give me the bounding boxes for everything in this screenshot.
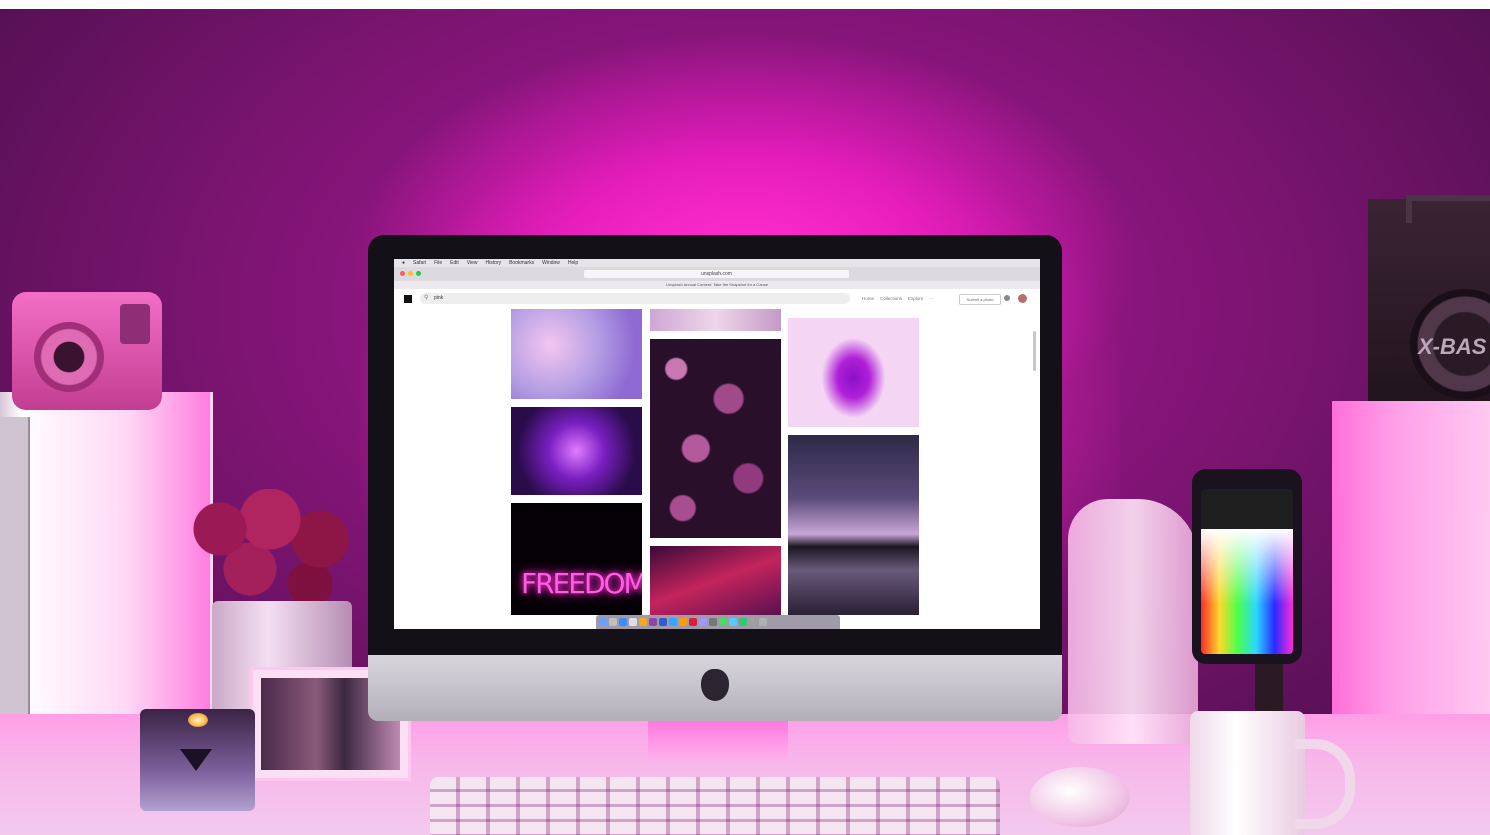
photo-purple-ink-cloud[interactable] xyxy=(788,318,919,427)
menu-item-bookmarks[interactable]: Bookmarks xyxy=(509,260,534,266)
search-icon: ⚲ xyxy=(424,295,429,301)
camera-lens xyxy=(34,322,104,392)
page-scrollbar[interactable] xyxy=(1033,331,1036,371)
nav-collections[interactable]: Collections xyxy=(880,294,902,304)
photos-icon[interactable] xyxy=(639,618,647,626)
mouse xyxy=(1030,767,1130,827)
unsplash-logo-icon[interactable] xyxy=(404,295,412,303)
photo-fittonia-leaves[interactable] xyxy=(650,339,781,538)
instant-camera xyxy=(12,292,162,410)
macos-dock xyxy=(596,615,840,629)
search-value: pink xyxy=(434,295,444,301)
settings-icon[interactable] xyxy=(709,618,717,626)
photoshop-icon[interactable] xyxy=(669,618,677,626)
thumbs-up-statue xyxy=(1068,499,1198,744)
close-button[interactable] xyxy=(400,271,405,276)
photo-scene: X-BAS ● Safari File Edit View History Bo… xyxy=(0,9,1490,835)
finder-icon[interactable] xyxy=(599,618,607,626)
boombox-handle xyxy=(1406,195,1490,223)
photo-purple-lights[interactable] xyxy=(511,407,642,495)
indesign-icon[interactable] xyxy=(689,618,697,626)
camera-flash xyxy=(120,304,150,344)
bell-icon[interactable] xyxy=(1004,295,1010,301)
candle-label-triangle xyxy=(180,749,212,771)
apple-logo-icon xyxy=(701,669,729,701)
photo-pink-smoke[interactable] xyxy=(511,309,642,399)
avatar[interactable] xyxy=(1018,294,1027,303)
coffee-mug xyxy=(1190,711,1355,835)
window-controls xyxy=(400,271,421,276)
address-bar[interactable]: unsplash.com xyxy=(584,270,849,278)
nav-explore[interactable]: Explore xyxy=(908,294,923,304)
imac-screen: ● Safari File Edit View History Bookmark… xyxy=(394,259,1040,629)
phone-app-header xyxy=(1201,489,1293,529)
search-input[interactable]: ⚲ pink xyxy=(420,293,850,304)
app-store-icon[interactable] xyxy=(659,618,667,626)
freedom-neon-text: FREEDOM xyxy=(521,567,642,600)
imac-stand xyxy=(648,721,788,761)
spotify-icon[interactable] xyxy=(739,618,747,626)
menu-item-edit[interactable]: Edit xyxy=(450,260,459,266)
boombox-brand: X-BAS xyxy=(1418,334,1487,359)
illustrator-icon[interactable] xyxy=(679,618,687,626)
smartphone xyxy=(1192,469,1302,664)
candle-flame xyxy=(188,713,208,727)
messages-icon[interactable] xyxy=(719,618,727,626)
minimize-button[interactable] xyxy=(408,271,413,276)
menu-item-help[interactable]: Help xyxy=(568,260,578,266)
apple-menu-icon[interactable]: ● xyxy=(402,260,405,266)
submit-photo-button[interactable]: Submit a photo xyxy=(959,294,1001,305)
downloads-icon[interactable] xyxy=(749,618,757,626)
menu-item-file[interactable]: File xyxy=(434,260,442,266)
itunes-icon[interactable] xyxy=(649,618,657,626)
rose-bouquet xyxy=(180,489,370,609)
candle xyxy=(140,709,255,811)
nav-home[interactable]: Home xyxy=(862,294,874,304)
site-nav: Home Collections Explore ··· xyxy=(862,294,934,304)
zoom-button[interactable] xyxy=(416,271,421,276)
premiere-icon[interactable] xyxy=(699,618,707,626)
color-picker xyxy=(1201,529,1293,654)
menu-item-safari[interactable]: Safari xyxy=(413,260,426,266)
browser-toolbar: unsplash.com xyxy=(394,267,1040,282)
announcement-banner[interactable]: Unsplash Annual Contest: Take the Snapsh… xyxy=(394,281,1040,289)
photo-milky-way-lake[interactable] xyxy=(788,435,919,615)
site-header: ⚲ pink Home Collections Explore ··· Subm… xyxy=(394,289,1040,309)
photo-purple-clouds[interactable] xyxy=(650,309,781,331)
macos-menubar: ● Safari File Edit View History Bookmark… xyxy=(394,259,1040,267)
phone-screen xyxy=(1201,489,1293,654)
menu-item-history[interactable]: History xyxy=(486,260,502,266)
menu-item-window[interactable]: Window xyxy=(542,260,560,266)
launchpad-icon[interactable] xyxy=(609,618,617,626)
keyboard xyxy=(430,777,1000,835)
menu-item-view[interactable]: View xyxy=(467,260,478,266)
safari-icon[interactable] xyxy=(619,618,627,626)
mail-icon[interactable] xyxy=(629,618,637,626)
more-icon[interactable]: ··· xyxy=(929,294,934,304)
trash-icon[interactable] xyxy=(759,618,767,626)
boombox-speaker: X-BAS xyxy=(1368,195,1490,424)
photo-red-sky[interactable] xyxy=(650,546,781,615)
imac-chin xyxy=(368,655,1062,721)
facetime-icon[interactable] xyxy=(729,618,737,626)
photo-freedom-neon[interactable]: FREEDOM xyxy=(511,503,642,615)
